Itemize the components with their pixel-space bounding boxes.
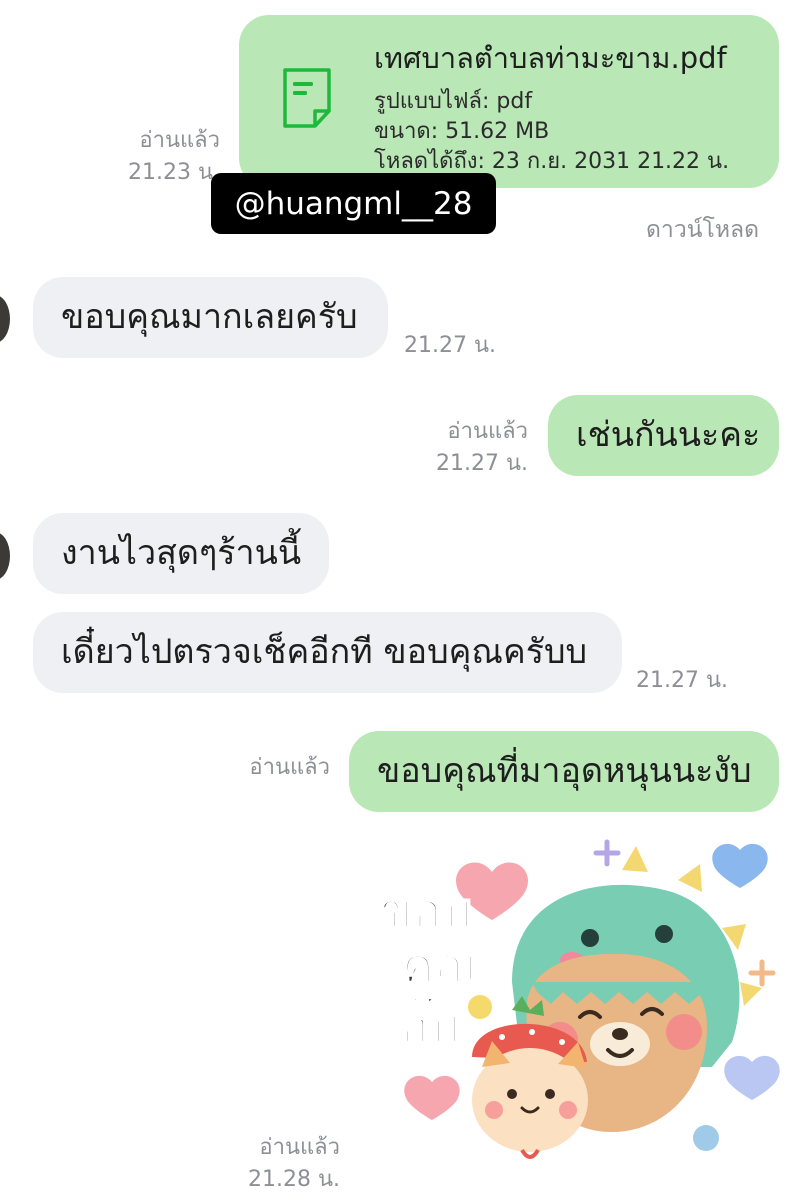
read-receipt: อ่านแล้ว [139, 128, 220, 153]
heart-icon [712, 843, 768, 888]
message-time: 21.27 น. [404, 333, 497, 358]
file-name: เทศบาลตำบลท่ามะขาม.pdf [374, 41, 727, 75]
message-time: 21.27 น. [435, 451, 528, 476]
thank-you-sticker[interactable]: ขอบ คุณ ฮั๊บ [372, 832, 792, 1192]
sticker-text: ขอบ [380, 883, 472, 939]
read-receipt: อ่านแล้ว [447, 419, 528, 444]
heart-icon [404, 1075, 460, 1120]
read-receipt: อ่านแล้ว [259, 1135, 340, 1160]
sticker-text: คุณ [402, 938, 479, 996]
username-watermark: @huangml__28 [211, 173, 496, 234]
sticker-text: ฮั๊บ [400, 990, 460, 1054]
message-text: งานไวสุดๆร้านนี้ [61, 533, 302, 573]
document-icon [283, 68, 331, 128]
message-text: ขอบคุณมากเลยครับ [61, 297, 358, 337]
message-text: เช่นกันนะคะ [576, 415, 761, 455]
message-text: เดี๋ยวไปตรวจเช็คอีกที ขอบคุณครับบ [61, 632, 588, 672]
avatar[interactable] [0, 532, 10, 580]
message-text: ขอบคุณที่มาอุดหนุนนะงับ [377, 751, 752, 791]
outgoing-message-bubble[interactable]: เช่นกันนะคะ [548, 395, 779, 476]
outgoing-message-bubble[interactable]: ขอบคุณที่มาอุดหนุนนะงับ [349, 731, 779, 812]
incoming-message-bubble[interactable]: งานไวสุดๆร้านนี้ [33, 513, 329, 594]
file-message-bubble[interactable]: เทศบาลตำบลท่ามะขาม.pdf รูปแบบไฟล์: pdf ข… [239, 15, 779, 188]
incoming-message-bubble[interactable]: ขอบคุณมากเลยครับ [33, 277, 388, 358]
incoming-message-bubble[interactable]: เดี๋ยวไปตรวจเช็คอีกที ขอบคุณครับบ [33, 612, 622, 693]
message-time: 21.28 น. [247, 1167, 340, 1192]
download-link[interactable]: ดาวน์โหลด [646, 212, 759, 248]
chat-screen: เทศบาลตำบลท่ามะขาม.pdf รูปแบบไฟล์: pdf ข… [0, 0, 798, 1200]
message-time: 21.27 น. [636, 668, 729, 693]
message-time: 21.23 น. [127, 160, 220, 185]
avatar[interactable] [0, 295, 10, 343]
read-receipt: อ่านแล้ว [249, 755, 330, 780]
heart-icon [724, 1055, 780, 1100]
